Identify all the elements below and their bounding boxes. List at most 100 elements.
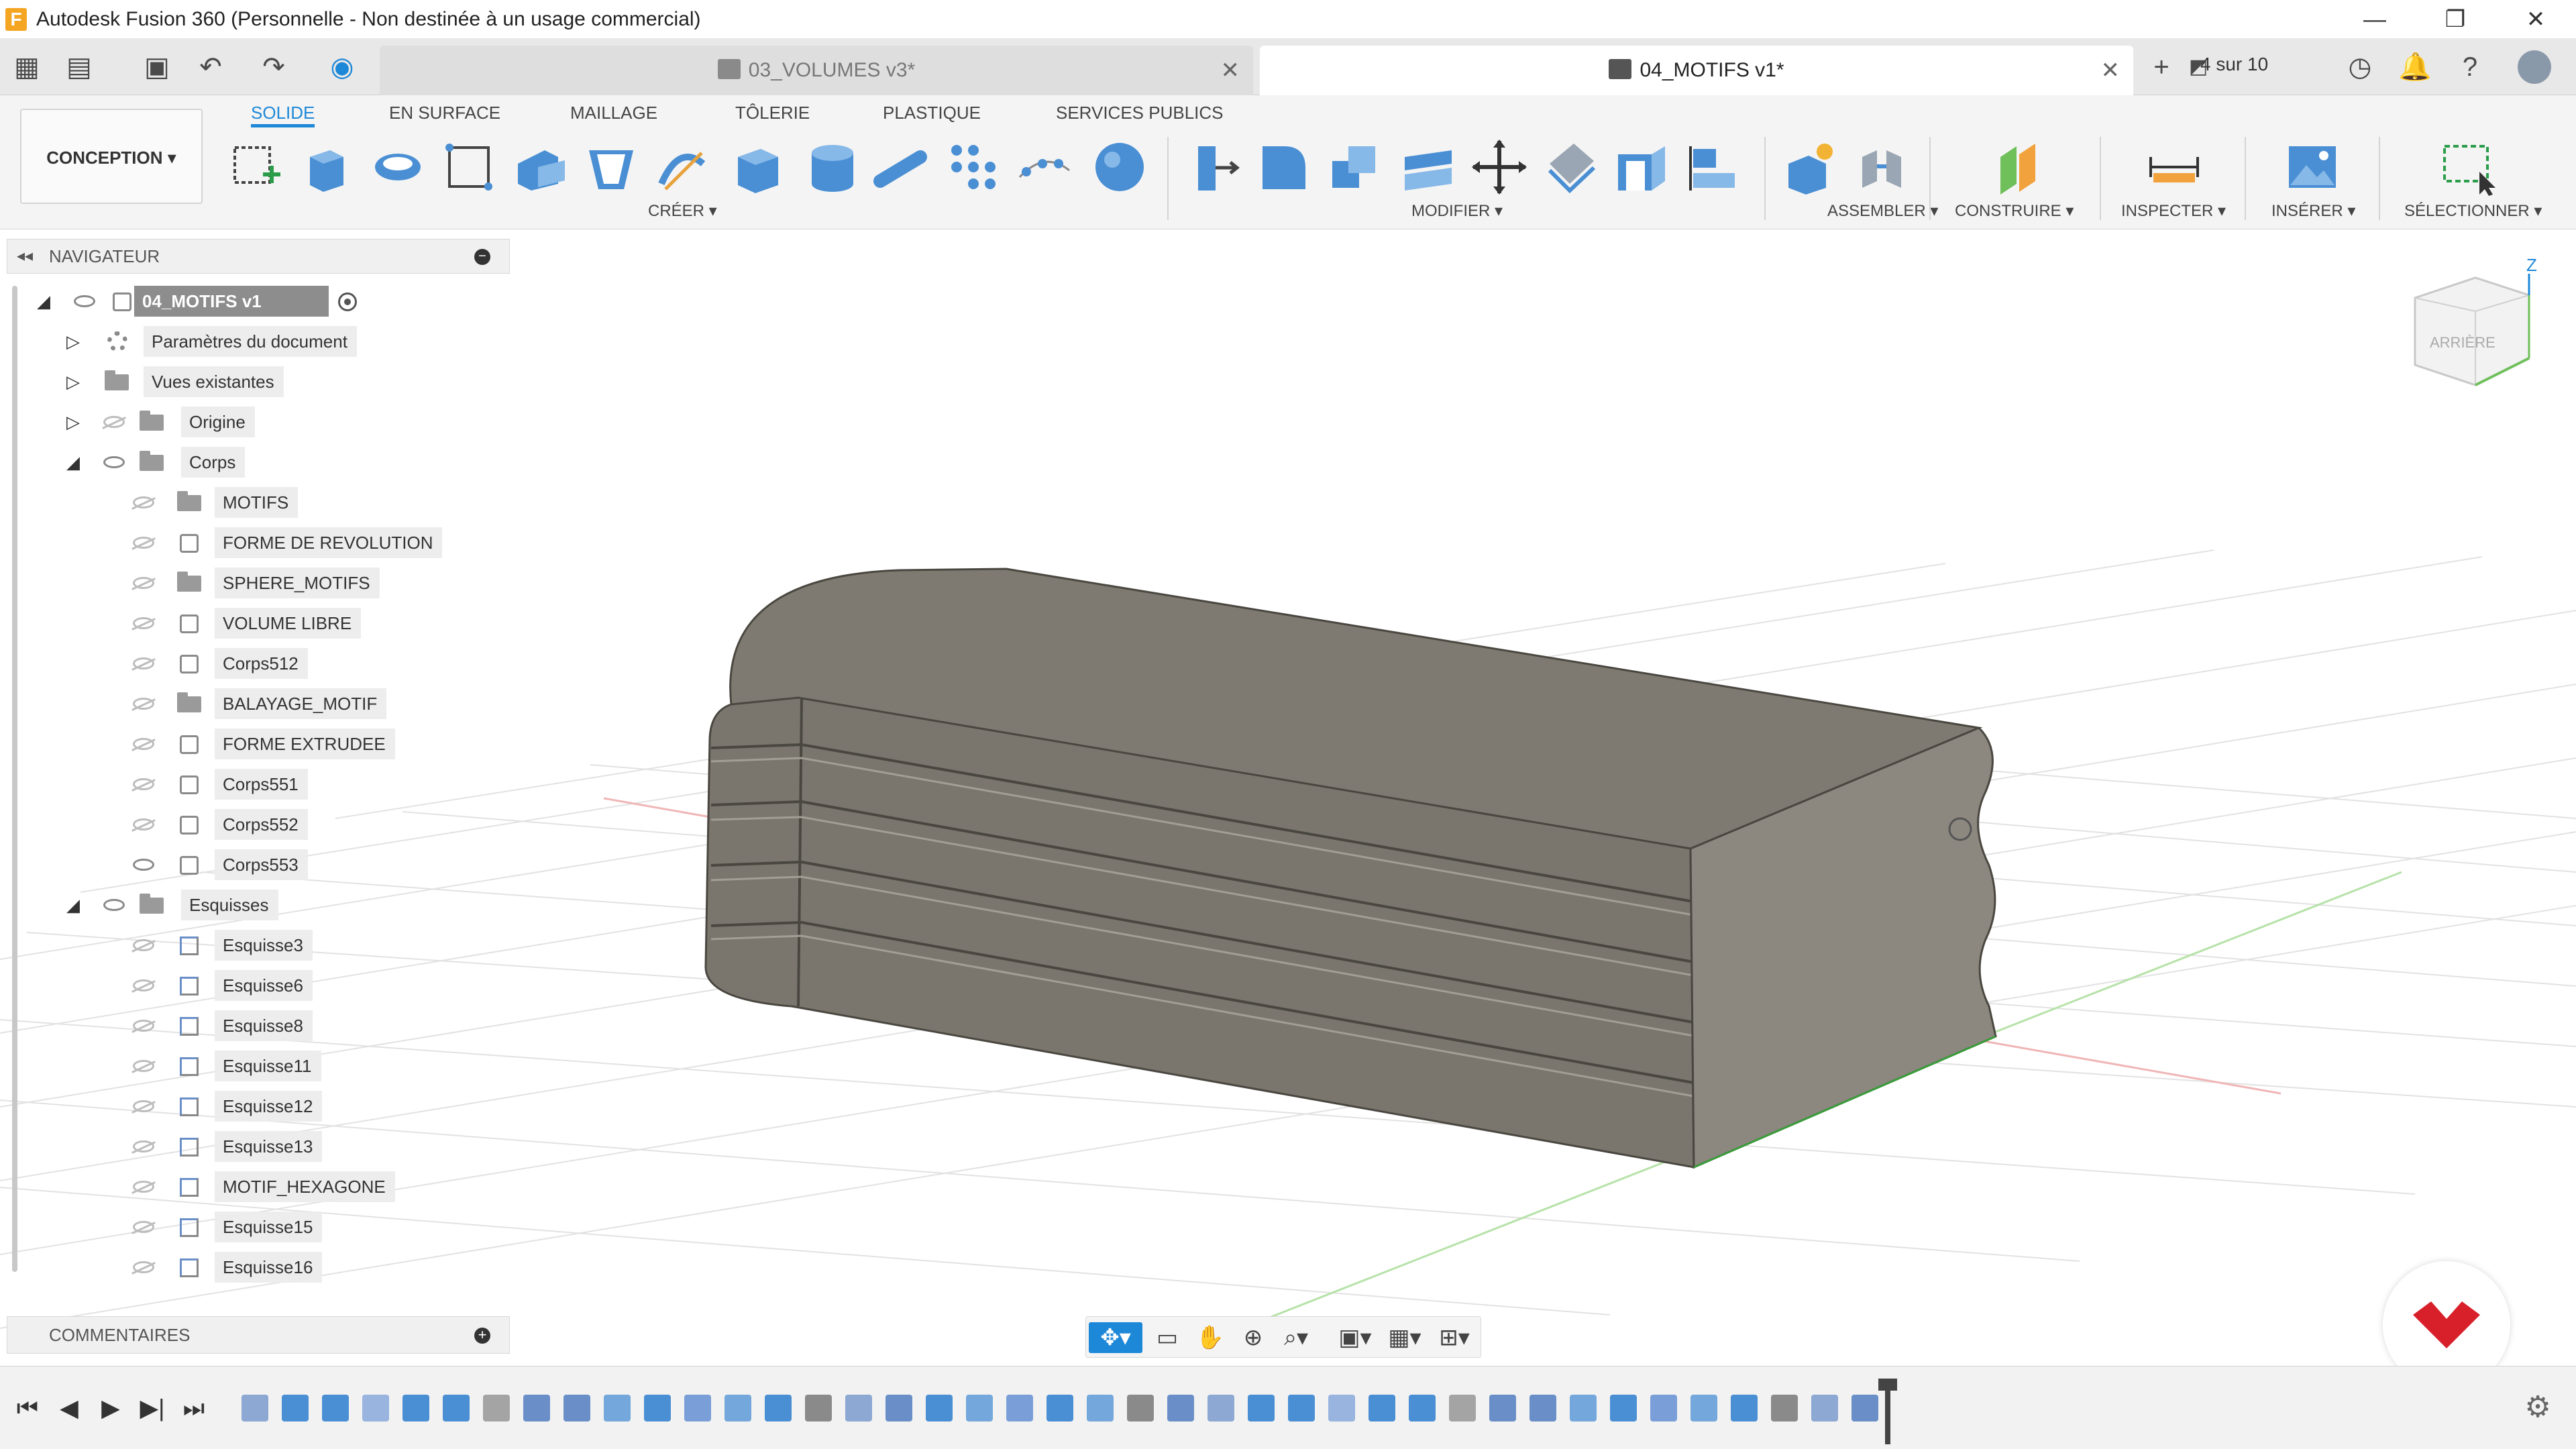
job-status-icon[interactable]: ◉ <box>323 48 361 86</box>
collapse-triangle-icon[interactable]: ◢ <box>63 890 83 920</box>
timeline-feature-icon[interactable] <box>604 1395 631 1421</box>
visibility-eye-icon[interactable] <box>130 608 157 639</box>
cylinder-icon[interactable] <box>802 137 863 197</box>
orbit-icon[interactable]: ✥▾ <box>1089 1322 1142 1353</box>
timeline-marker[interactable] <box>1878 1379 1897 1444</box>
redo-icon[interactable]: ↷ <box>255 48 292 86</box>
tab-plastique[interactable]: PLASTIQUE <box>883 98 981 127</box>
align-icon[interactable] <box>1684 137 1744 197</box>
visibility-eye-icon[interactable] <box>130 769 157 800</box>
pipe-icon[interactable] <box>873 137 934 197</box>
timeline-feature-icon[interactable] <box>1731 1395 1758 1421</box>
data-panel-grid-icon[interactable]: ▦ <box>8 48 46 86</box>
timeline-feature-icon[interactable] <box>282 1395 309 1421</box>
hidden-eye-icon[interactable] <box>130 1010 157 1041</box>
timeline-feature-icon[interactable] <box>1771 1395 1798 1421</box>
timeline-feature-icon[interactable] <box>1087 1395 1114 1421</box>
notifications-bell-icon[interactable]: 🔔 <box>2396 48 2434 86</box>
zoom-icon[interactable]: ⊕ <box>1236 1322 1270 1353</box>
visibility-eye-icon[interactable] <box>130 527 157 558</box>
create-sketch-icon[interactable] <box>225 137 286 197</box>
new-component-icon[interactable] <box>1779 137 1839 197</box>
insert-image-icon[interactable] <box>2282 137 2343 197</box>
shell-icon[interactable] <box>1611 137 1672 197</box>
visibility-eye-icon[interactable] <box>130 729 157 759</box>
timeline-feature-icon[interactable] <box>684 1395 711 1421</box>
visibility-eye-icon[interactable] <box>130 648 157 679</box>
assemble-group-label[interactable]: ASSEMBLER ▾ <box>1827 201 1938 221</box>
timeline-feature-icon[interactable] <box>1368 1395 1395 1421</box>
hidden-eye-icon[interactable] <box>130 1051 157 1081</box>
timeline-feature-icon[interactable] <box>1328 1395 1355 1421</box>
joint-icon[interactable] <box>1853 137 1913 197</box>
visibility-eye-icon[interactable] <box>130 487 157 518</box>
timeline-feature-icon[interactable] <box>564 1395 590 1421</box>
timeline-feature-icon[interactable] <box>1248 1395 1275 1421</box>
timeline-feature-icon[interactable] <box>1529 1395 1556 1421</box>
revolve-icon[interactable] <box>368 137 428 197</box>
tab-tolerie[interactable]: TÔLERIE <box>735 98 810 127</box>
timeline-feature-icon[interactable] <box>1127 1395 1154 1421</box>
inspect-group-label[interactable]: INSPECTER ▾ <box>2121 201 2226 221</box>
help-icon[interactable]: ? <box>2451 48 2489 86</box>
sweep-icon[interactable] <box>439 137 499 197</box>
expand-triangle-icon[interactable]: ▷ <box>63 366 83 397</box>
timeline-feature-icon[interactable] <box>1409 1395 1436 1421</box>
visibility-eye-icon[interactable] <box>130 809 157 840</box>
hidden-eye-icon[interactable] <box>101 407 127 437</box>
close-tab-icon[interactable]: ✕ <box>2101 46 2121 95</box>
save-icon[interactable]: ▣ <box>138 48 176 86</box>
tab-services-publics[interactable]: SERVICES PUBLICS <box>1056 98 1224 127</box>
display-settings-icon[interactable]: ▣▾ <box>1338 1322 1372 1353</box>
hidden-eye-icon[interactable] <box>130 1171 157 1202</box>
minimize-button[interactable]: — <box>2334 0 2415 39</box>
settings-gear-icon[interactable]: ⚙ <box>2522 1392 2553 1423</box>
grid-settings-icon[interactable]: ▦▾ <box>1388 1322 1421 1353</box>
expand-triangle-icon[interactable]: ▷ <box>63 407 83 437</box>
timeline-next-button[interactable]: ▶| <box>136 1389 169 1427</box>
timeline-previous-button[interactable]: ◀ <box>52 1389 86 1427</box>
timeline-feature-icon[interactable] <box>1006 1395 1033 1421</box>
select-group-label[interactable]: SÉLECTIONNER ▾ <box>2404 201 2542 221</box>
create-group-label[interactable]: CRÉER ▾ <box>648 201 717 221</box>
timeline-first-button[interactable]: ⏮ <box>11 1389 44 1427</box>
hidden-eye-icon[interactable] <box>130 1252 157 1283</box>
pan-hand-icon[interactable]: ✋ <box>1193 1322 1227 1353</box>
tab-solide[interactable]: SOLIDE <box>251 98 315 127</box>
sphere-icon[interactable] <box>1089 137 1150 197</box>
hidden-eye-icon[interactable] <box>130 1131 157 1162</box>
timeline-feature-icon[interactable] <box>1046 1395 1073 1421</box>
split-body-icon[interactable] <box>1540 137 1601 197</box>
visibility-eye-icon[interactable] <box>71 286 98 317</box>
pattern-on-path-icon[interactable] <box>1014 137 1075 197</box>
timeline-feature-icon[interactable] <box>724 1395 751 1421</box>
visibility-eye-icon[interactable] <box>101 890 127 920</box>
hidden-eye-icon[interactable] <box>130 970 157 1001</box>
navigator-header[interactable]: ◂◂ NAVIGATEUR − <box>7 239 510 274</box>
select-box-icon[interactable] <box>2438 137 2498 197</box>
press-pull-icon[interactable] <box>1182 137 1242 197</box>
timeline-feature-icon[interactable] <box>402 1395 429 1421</box>
timeline-feature-icon[interactable] <box>885 1395 912 1421</box>
rectangular-pattern-icon[interactable] <box>943 137 1004 197</box>
timeline-feature-icon[interactable] <box>362 1395 389 1421</box>
tab-en-surface[interactable]: EN SURFACE <box>389 98 500 127</box>
timeline-feature-icon[interactable] <box>644 1395 671 1421</box>
visibility-eye-icon[interactable] <box>130 688 157 719</box>
navigator-scrollbar[interactable] <box>12 286 17 1272</box>
comments-panel[interactable]: COMMENTAIRES + <box>7 1316 510 1354</box>
user-avatar[interactable] <box>2516 48 2553 86</box>
visibility-eye-icon[interactable] <box>130 849 157 880</box>
timeline-feature-icon[interactable] <box>805 1395 832 1421</box>
timeline-play-button[interactable]: ▶ <box>94 1389 127 1427</box>
job-history-clock-icon[interactable]: ◷ <box>2341 48 2379 86</box>
insert-group-label[interactable]: INSÉRER ▾ <box>2271 201 2355 221</box>
tab-count-label[interactable]: 4 sur 10 <box>2200 54 2268 75</box>
timeline-feature-icon[interactable] <box>1650 1395 1677 1421</box>
extrude-icon[interactable] <box>297 137 357 197</box>
pin-panel-icon[interactable]: − <box>474 249 490 265</box>
timeline-feature-icon[interactable] <box>1449 1395 1476 1421</box>
timeline-feature-icon[interactable] <box>322 1395 349 1421</box>
timeline-feature-icon[interactable] <box>1851 1395 1878 1421</box>
timeline-feature-icon[interactable] <box>1690 1395 1717 1421</box>
